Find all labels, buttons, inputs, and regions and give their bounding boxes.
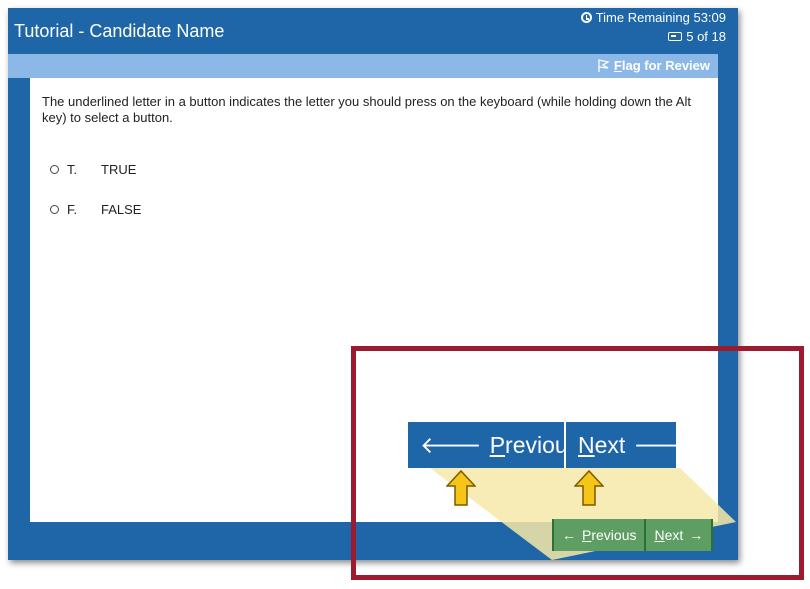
arrow-right-icon: 🡒	[633, 432, 695, 458]
flag-icon	[597, 58, 611, 73]
window-title: Tutorial - Candidate Name	[14, 21, 225, 41]
progress-label: 5 of 18	[686, 29, 726, 44]
progress-icon	[668, 32, 683, 41]
arrow-up-icon	[446, 470, 476, 506]
zoomed-nav: 🡐 Previous Next 🡒	[408, 422, 695, 468]
flag-label: Flag for Review	[613, 58, 710, 73]
flag-for-review-button[interactable]: Flag for Review	[597, 58, 710, 73]
flag-bar: Flag for Review	[8, 54, 718, 78]
clock-icon	[580, 12, 592, 23]
arrow-up-icon	[574, 470, 604, 506]
title-bar: Tutorial - Candidate Name Time Remaining…	[8, 8, 738, 54]
timer: Time Remaining 53:09	[580, 10, 726, 25]
radio-button[interactable]	[50, 205, 59, 214]
option-false[interactable]: F. FALSE	[50, 202, 141, 217]
timer-label: Time Remaining 53:09	[595, 10, 726, 25]
arrow-left-icon: 🡐	[420, 432, 482, 458]
option-letter: F.	[67, 202, 78, 217]
radio-button[interactable]	[50, 165, 59, 174]
zoomed-next-button: Next 🡒	[566, 422, 695, 468]
option-label: TRUE	[101, 162, 137, 177]
option-true[interactable]: T. TRUE	[50, 162, 136, 177]
option-label: FALSE	[101, 202, 142, 217]
progress-indicator: 5 of 18	[668, 29, 726, 44]
zoomed-previous-button: 🡐 Previous	[408, 422, 579, 468]
question-text: The underlined letter in a button indica…	[42, 94, 691, 125]
zoomed-next-label: Next	[578, 431, 626, 458]
option-letter: T.	[67, 162, 78, 177]
